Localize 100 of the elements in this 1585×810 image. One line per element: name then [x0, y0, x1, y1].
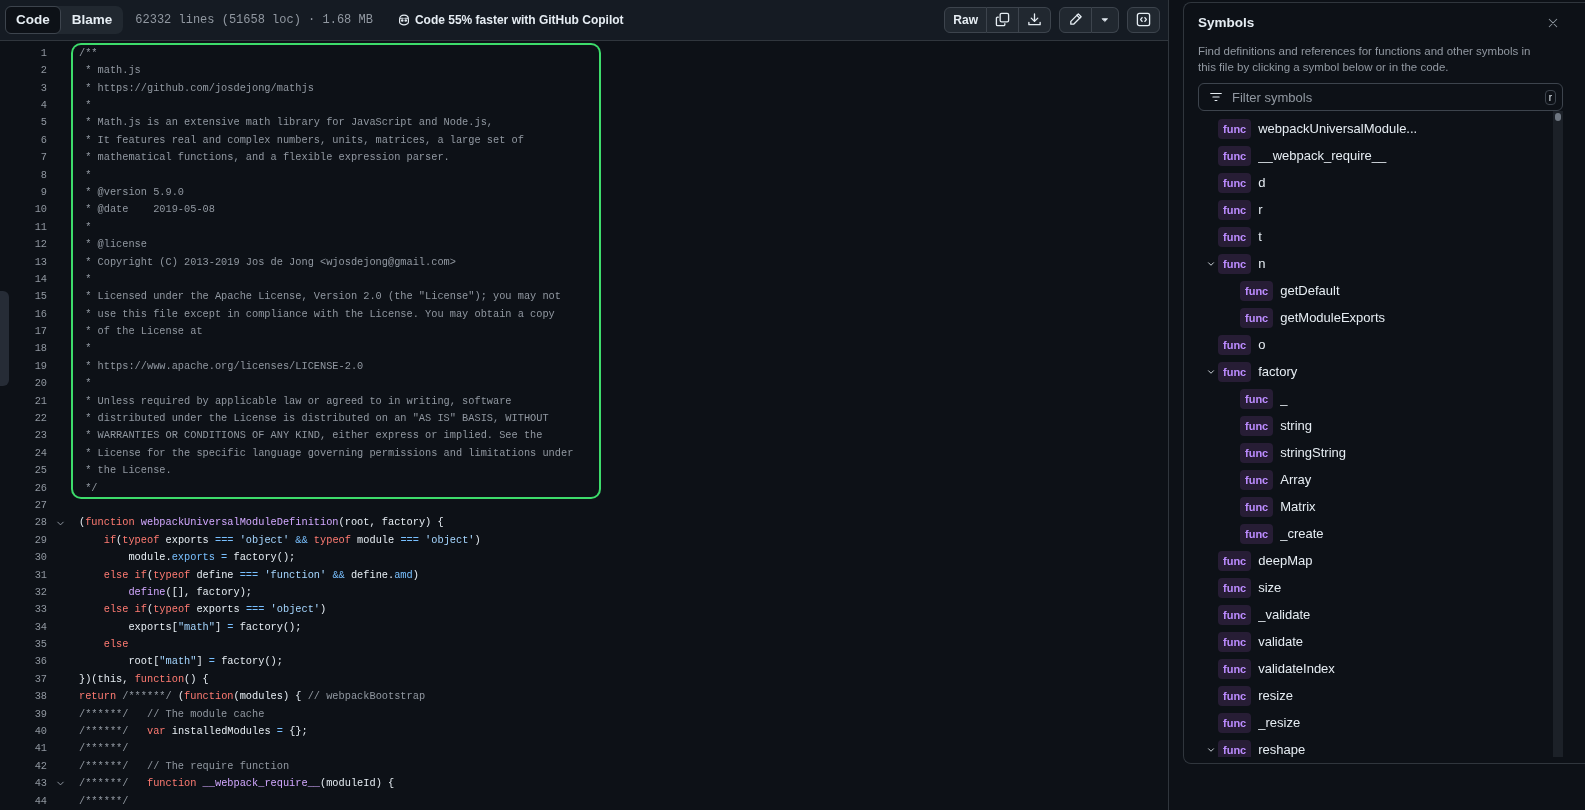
- symbol-item[interactable]: func __webpack_require__: [1218, 142, 1387, 170]
- panel-title: Symbols: [1198, 14, 1255, 32]
- line-number: 29: [33, 532, 47, 548]
- symbol-item[interactable]: func reshape: [1218, 736, 1306, 758]
- kind-tag: func: [1218, 361, 1252, 382]
- line-number: 25: [33, 463, 47, 479]
- line-number: 18: [33, 341, 47, 357]
- symbol-item[interactable]: func Array: [1240, 466, 1312, 494]
- filter-field[interactable]: Filter symbols r: [1198, 83, 1563, 112]
- code-line: /******/ // The require function: [79, 758, 290, 774]
- line-number: 33: [33, 602, 47, 618]
- kind-tag: func: [1240, 523, 1274, 544]
- side-panel-handle[interactable]: [0, 290, 9, 386]
- line-number: 3: [39, 80, 47, 96]
- download-icon: [1027, 12, 1042, 28]
- code-line: define([], factory);: [127, 584, 253, 600]
- symbol-item[interactable]: func _create: [1240, 520, 1324, 548]
- kind-tag: func: [1218, 631, 1252, 652]
- symbol-item[interactable]: func getDefault: [1240, 277, 1340, 305]
- symbol-item[interactable]: func factory: [1218, 358, 1298, 386]
- line-number: 39: [33, 706, 47, 722]
- kind-tag: func: [1218, 658, 1252, 679]
- symbol-item[interactable]: func getModuleExports: [1240, 304, 1385, 332]
- code-line: else if(typeof exports === 'object'): [102, 602, 327, 618]
- raw-button[interactable]: Raw: [944, 6, 987, 33]
- symbol-item[interactable]: func validate: [1218, 628, 1304, 656]
- symbol-item[interactable]: func o: [1218, 331, 1266, 359]
- symbol-item[interactable]: func validateIndex: [1218, 655, 1335, 683]
- symbol-name: reshape: [1258, 741, 1306, 758]
- kind-tag: func: [1240, 280, 1274, 301]
- symbol-item[interactable]: func d: [1218, 169, 1266, 197]
- line-number: 35: [33, 637, 47, 653]
- line-number: 44: [33, 793, 47, 809]
- line-number: 42: [33, 758, 47, 774]
- code-line: /******/ // The module cache: [79, 706, 265, 722]
- code-line: else if(typeof define === 'function' && define.amd): [102, 567, 419, 583]
- symbols-panel-toggle[interactable]: [1127, 6, 1160, 33]
- code-line: /******/: [79, 741, 129, 757]
- code-line: */: [84, 480, 98, 496]
- scrollbar[interactable]: [1553, 111, 1563, 758]
- view-tab[interactable]: Blame: [60, 5, 124, 35]
- code-line: })(this, function() {: [79, 671, 209, 687]
- line-number: 11: [33, 219, 47, 235]
- symbol-item[interactable]: func t: [1218, 223, 1262, 251]
- line-number: 38: [33, 689, 47, 705]
- symbol-item[interactable]: func webpackUniversalModule...: [1218, 115, 1418, 143]
- line-number: 30: [33, 550, 47, 566]
- line-number: 20: [33, 376, 47, 392]
- symbol-name: stringString: [1280, 444, 1346, 462]
- symbol-name: Array: [1280, 471, 1312, 489]
- kind-tag: func: [1240, 415, 1274, 436]
- code-line: *: [84, 98, 92, 113]
- line-number: 10: [33, 202, 47, 218]
- copilot-icon: [396, 12, 411, 27]
- line-number: 16: [33, 306, 47, 322]
- kind-tag: func: [1240, 388, 1274, 409]
- kind-tag: func: [1218, 712, 1252, 733]
- line-number: 14: [33, 271, 47, 287]
- line-number: 8: [39, 167, 47, 183]
- symbol-item[interactable]: func stringString: [1240, 439, 1346, 467]
- code-line: * WARRANTIES OR CONDITIONS OF ANY KIND, either express or implied. See the: [84, 428, 543, 444]
- kind-tag: func: [1218, 253, 1252, 274]
- symbol-item[interactable]: func resize: [1218, 682, 1293, 710]
- kind-tag: func: [1240, 469, 1274, 490]
- symbol-name: __webpack_require__: [1258, 147, 1387, 165]
- symbol-name: resize: [1258, 687, 1293, 705]
- symbol-item[interactable]: func deepMap: [1218, 547, 1313, 575]
- symbol-item[interactable]: func Matrix: [1240, 493, 1316, 521]
- view-tab[interactable]: Code: [5, 5, 61, 35]
- symbol-name: size: [1258, 579, 1282, 597]
- download-button[interactable]: [1019, 6, 1051, 33]
- symbol-name: getDefault: [1280, 282, 1340, 300]
- line-number: 6: [39, 132, 47, 148]
- kind-tag: func: [1240, 442, 1274, 463]
- symbol-item[interactable]: func string: [1240, 412, 1313, 440]
- symbol-item[interactable]: func size: [1218, 574, 1282, 602]
- copy-button[interactable]: [987, 6, 1019, 33]
- code-line: * https://www.apache.org/licenses/LICENSE-2.0: [84, 358, 364, 374]
- edit-button[interactable]: [1059, 6, 1092, 33]
- symbol-item[interactable]: func _validate: [1218, 601, 1311, 629]
- symbol-item[interactable]: func _: [1240, 385, 1288, 413]
- code-line: * math.js: [84, 63, 141, 79]
- symbol-name: webpackUniversalModule...: [1258, 120, 1418, 138]
- filter-input[interactable]: Filter symbols: [1230, 86, 1538, 108]
- symbol-item[interactable]: func r: [1218, 196, 1263, 224]
- copilot-promo-link[interactable]: Code 55% faster with GitHub Copilot: [414, 10, 624, 29]
- line-number: 22: [33, 411, 47, 426]
- code-line: /******/: [79, 793, 129, 809]
- code-line: * the License.: [84, 463, 172, 479]
- code-line: module.exports = factory();: [127, 550, 296, 566]
- symbol-name: o: [1258, 336, 1266, 354]
- symbol-item[interactable]: func _resize: [1218, 709, 1301, 737]
- symbol-item[interactable]: func n: [1218, 250, 1266, 278]
- line-number: 2: [39, 63, 47, 79]
- pencil-icon: [1068, 12, 1083, 28]
- more-edit-options-button[interactable]: [1092, 6, 1119, 33]
- code-line: *: [84, 376, 92, 392]
- line-number: 4: [39, 98, 47, 113]
- kind-tag: func: [1218, 199, 1252, 220]
- symbol-name: d: [1258, 174, 1266, 192]
